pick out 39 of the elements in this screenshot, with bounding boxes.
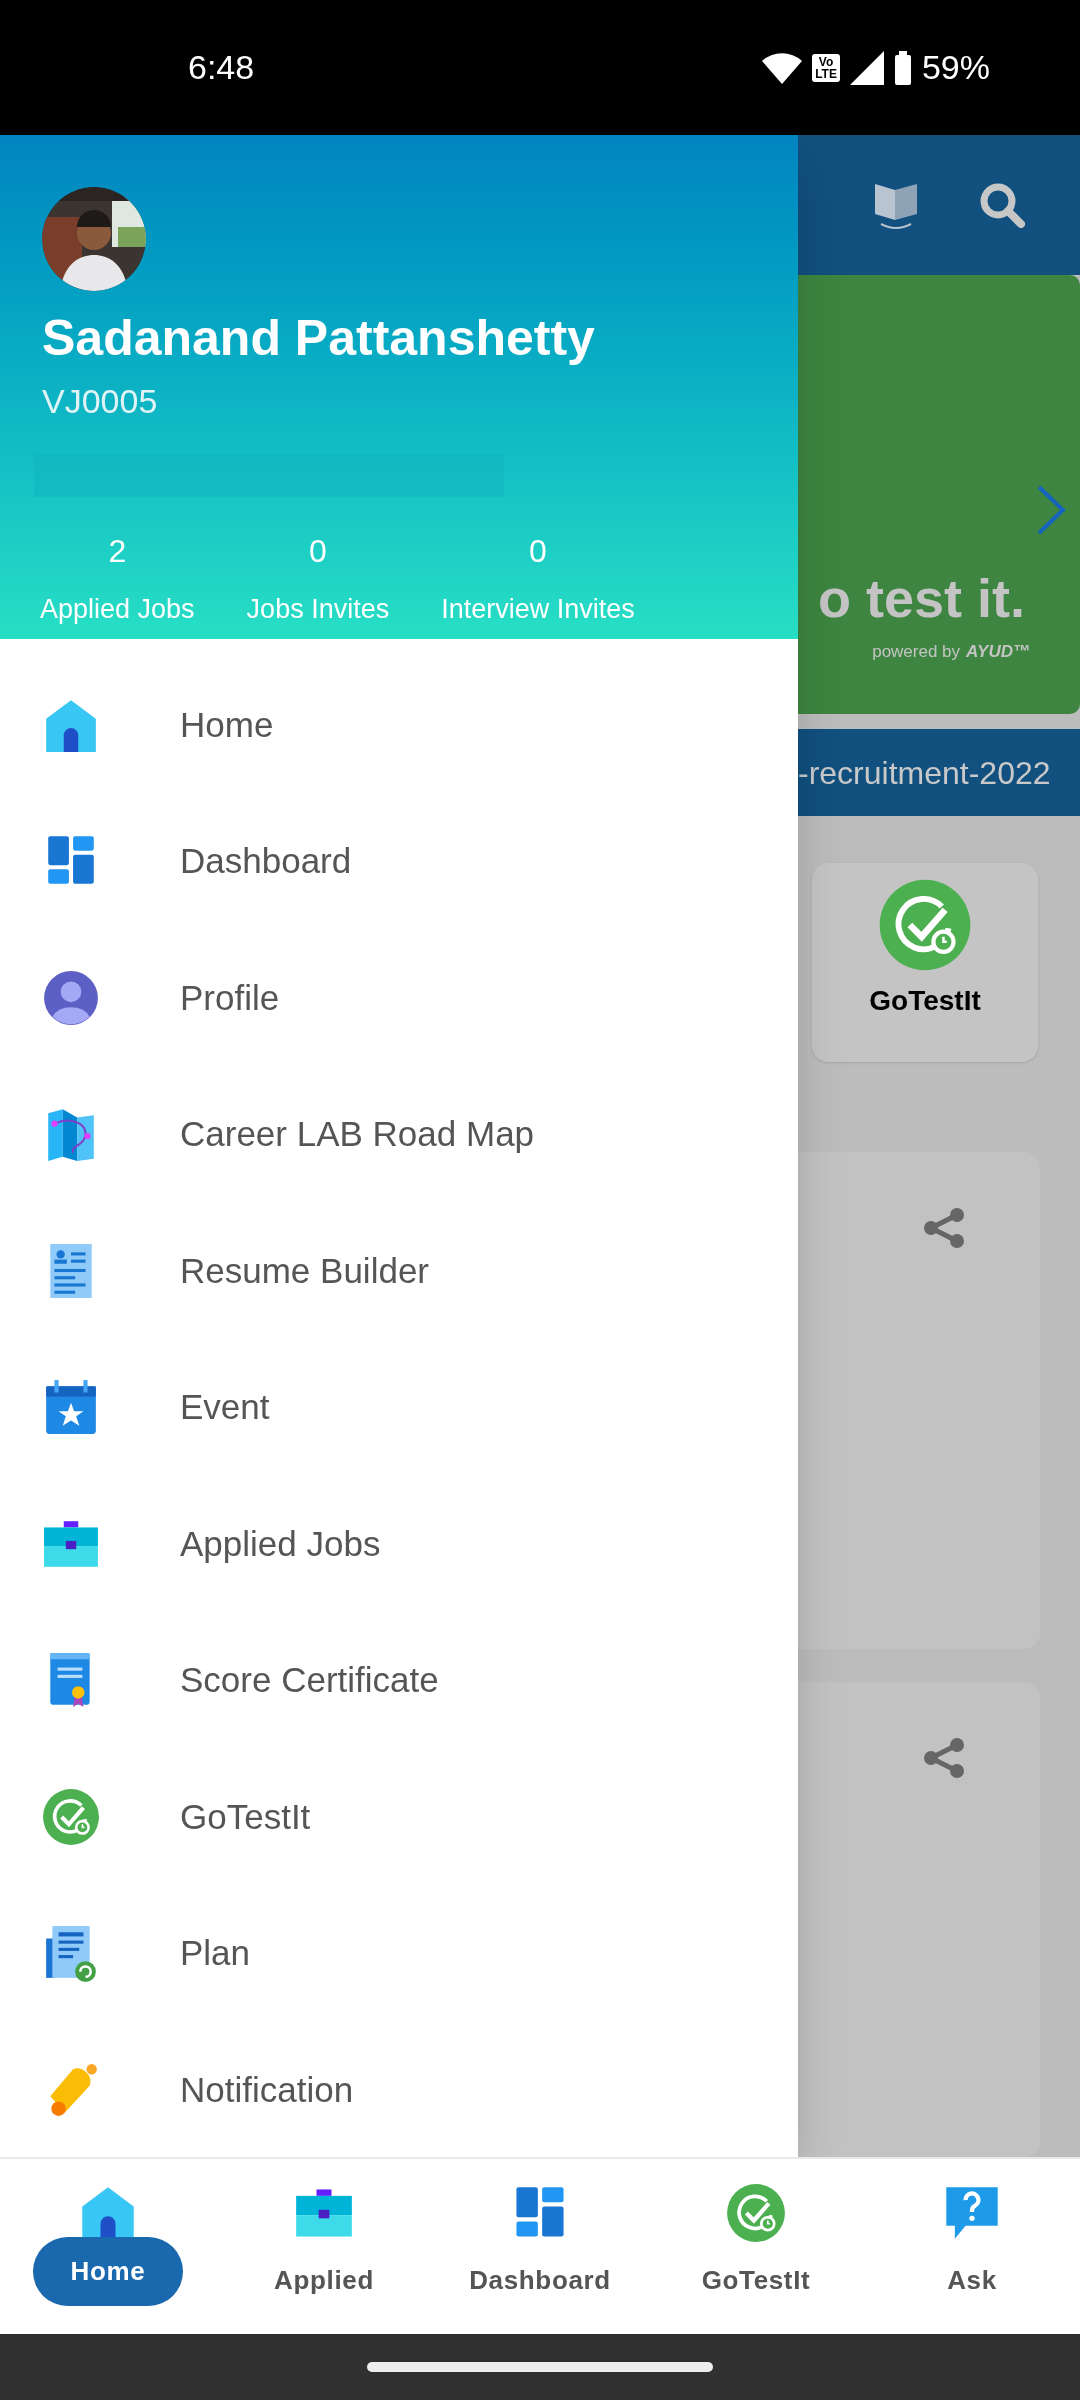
check-timer-icon (878, 878, 972, 973)
menu-item[interactable]: Home (0, 656, 798, 793)
banner-slogan: o test it. (818, 570, 1025, 625)
nav-tab[interactable]: Home (0, 2159, 216, 2334)
wifi-icon (762, 51, 803, 84)
nav-tab[interactable]: Dashboard (432, 2159, 648, 2334)
clock: 6:48 (188, 47, 255, 88)
menu-item[interactable]: Notification (0, 2021, 798, 2157)
menu-item[interactable]: Resume Builder (0, 1202, 798, 1339)
menu-item[interactable]: Dashboard (0, 793, 798, 930)
user-name: Sadanand Pattanshetty (42, 309, 596, 368)
nav-tab[interactable]: Ask (864, 2159, 1080, 2334)
battery-percent: 59% (921, 47, 990, 88)
check-timer-icon (726, 2183, 786, 2243)
menu-item[interactable]: Applied Jobs (0, 1475, 798, 1612)
menu-item[interactable]: Plan (0, 1885, 798, 2022)
search-icon[interactable] (979, 181, 1025, 228)
strip-text: -recruitment-2022 (798, 753, 1051, 793)
gotestit-tile[interactable]: GoTestIt (812, 863, 1038, 1063)
powered-by-text: powered by (872, 640, 961, 663)
nav-tab[interactable]: GoTestIt (648, 2159, 864, 2334)
menu-item[interactable]: Career LAB Road Map (0, 1066, 798, 1203)
menu-item[interactable]: GoTestIt (0, 1748, 798, 1885)
stat-count: 2 (108, 531, 127, 571)
menu-item[interactable]: Profile (0, 929, 798, 1066)
battery-icon (893, 50, 912, 85)
share-icon[interactable] (923, 1736, 965, 1779)
share-icon[interactable] (923, 1207, 965, 1250)
check-timer-icon (42, 1787, 100, 1846)
nav-tab[interactable]: Applied (216, 2159, 432, 2334)
menu-item[interactable]: Score Certificate (0, 1612, 798, 1749)
signal-icon (849, 50, 884, 85)
stat-count: 0 (529, 531, 547, 571)
volte-badge: Vo LTE (812, 53, 840, 82)
profile-icon (42, 968, 100, 1027)
brand-logo: AYUD™ (966, 640, 1030, 663)
user-id: VJ0005 (42, 380, 159, 422)
stat-count: 0 (309, 531, 327, 571)
menu-item[interactable]: Event (0, 1339, 798, 1476)
